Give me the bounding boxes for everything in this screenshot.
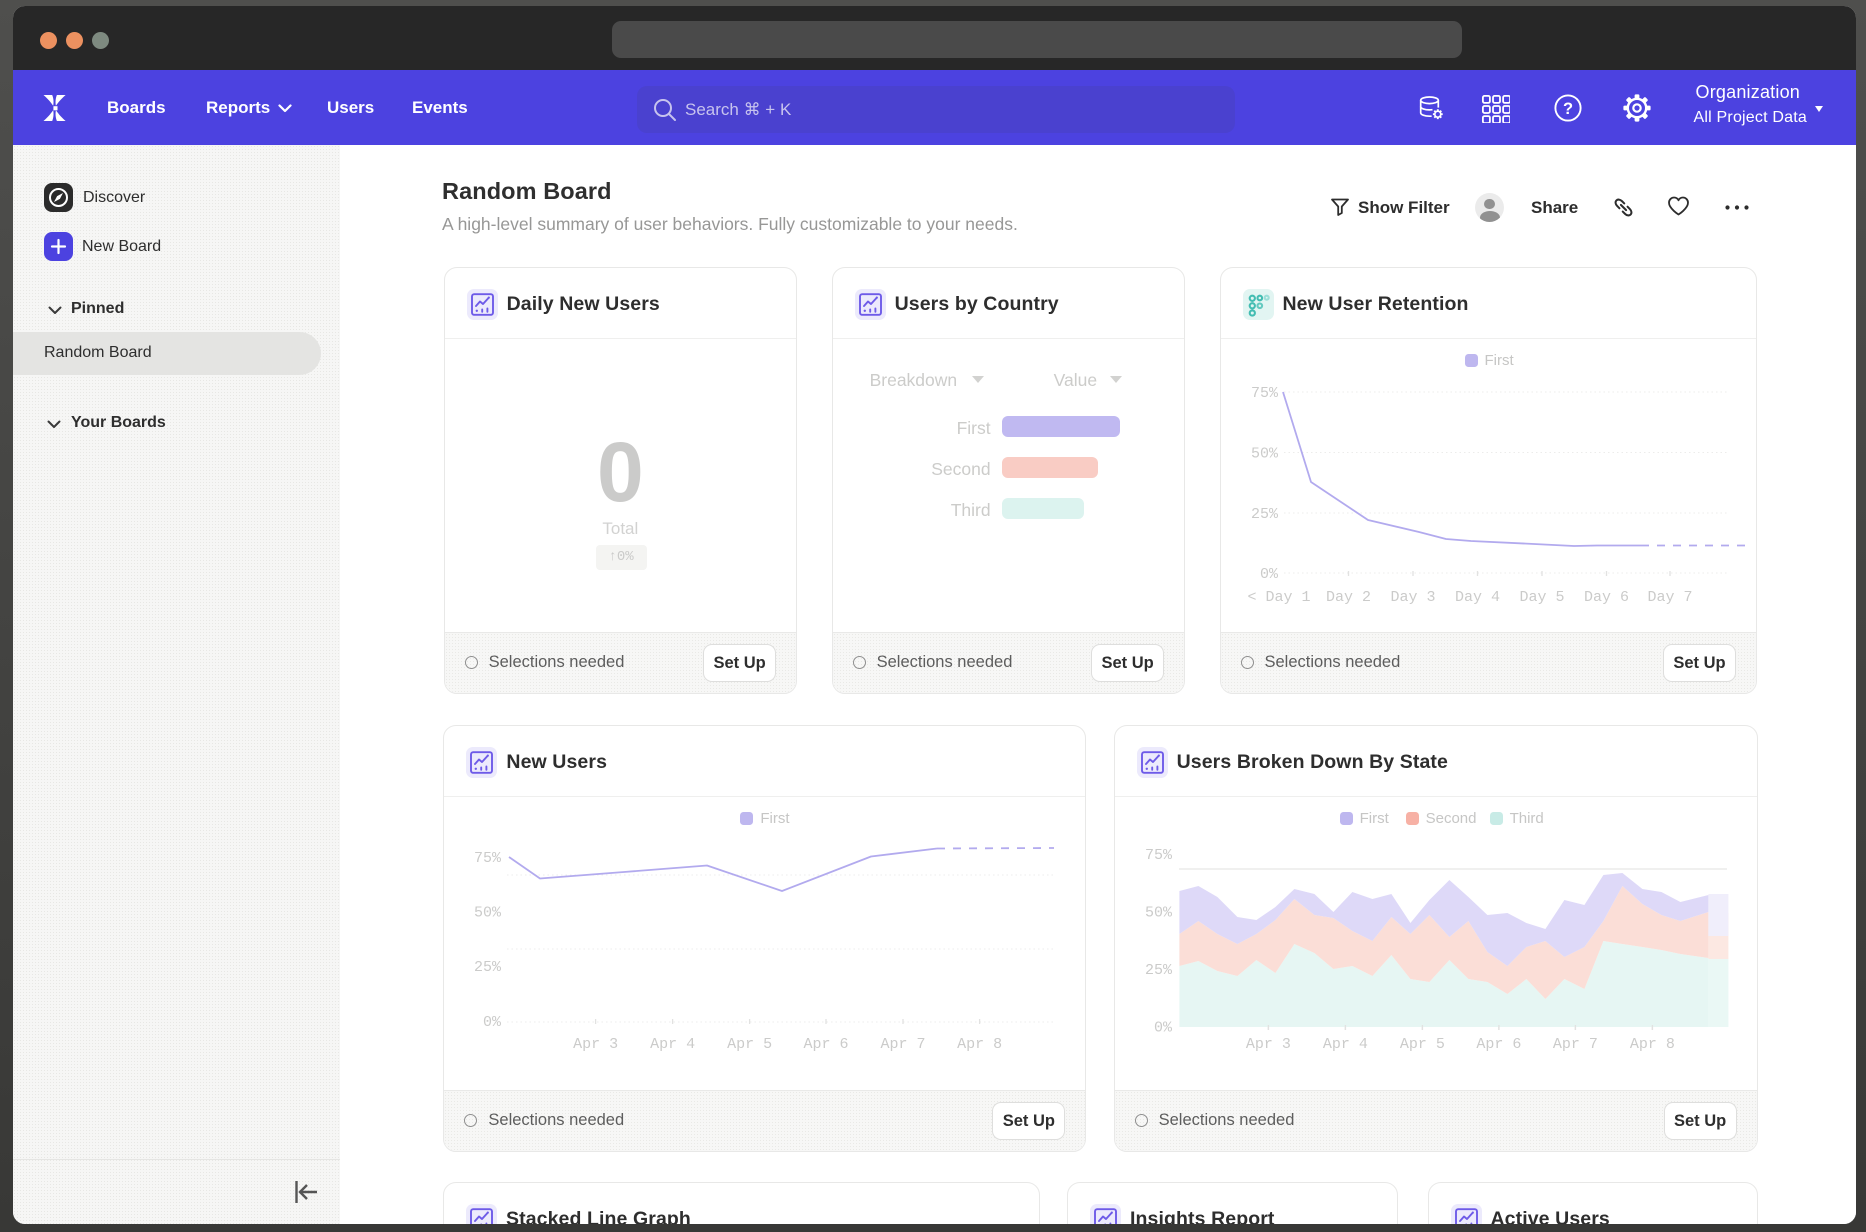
svg-text:Apr 6: Apr 6: [1476, 1036, 1521, 1053]
svg-text:50%: 50%: [1145, 905, 1173, 922]
svg-text:75%: 75%: [1250, 385, 1278, 402]
svg-text:Day 6: Day 6: [1583, 589, 1628, 606]
svg-text:25%: 25%: [1250, 506, 1278, 523]
svg-text:Apr 3: Apr 3: [573, 1036, 618, 1053]
svg-text:Apr 5: Apr 5: [1399, 1036, 1444, 1053]
svg-text:Apr 7: Apr 7: [881, 1036, 926, 1053]
svg-text:?: ?: [1563, 100, 1573, 118]
svg-text:0%: 0%: [1259, 566, 1278, 583]
svg-text:75%: 75%: [474, 850, 502, 867]
svg-text:Apr 8: Apr 8: [957, 1036, 1002, 1053]
svg-text:50%: 50%: [1250, 446, 1278, 463]
svg-text:75%: 75%: [1145, 847, 1173, 864]
svg-text:Apr 6: Apr 6: [804, 1036, 849, 1053]
svg-text:Apr 7: Apr 7: [1552, 1036, 1597, 1053]
svg-text:50%: 50%: [474, 905, 502, 922]
svg-text:Day 3: Day 3: [1390, 589, 1435, 606]
svg-text:Apr 4: Apr 4: [650, 1036, 695, 1053]
svg-text:Day 4: Day 4: [1454, 589, 1499, 606]
svg-text:Apr 4: Apr 4: [1322, 1036, 1367, 1053]
svg-text:Day 7: Day 7: [1647, 589, 1692, 606]
svg-text:0%: 0%: [1154, 1020, 1173, 1037]
svg-text:Apr 3: Apr 3: [1245, 1036, 1290, 1053]
svg-text:0%: 0%: [483, 1014, 502, 1031]
svg-text:25%: 25%: [474, 959, 502, 976]
svg-text:Day 5: Day 5: [1519, 589, 1564, 606]
svg-text:< Day 1: < Day 1: [1247, 589, 1310, 606]
svg-text:Apr 5: Apr 5: [727, 1036, 772, 1053]
svg-text:Day 2: Day 2: [1325, 589, 1370, 606]
svg-text:25%: 25%: [1145, 962, 1173, 979]
svg-text:Apr 8: Apr 8: [1629, 1036, 1674, 1053]
